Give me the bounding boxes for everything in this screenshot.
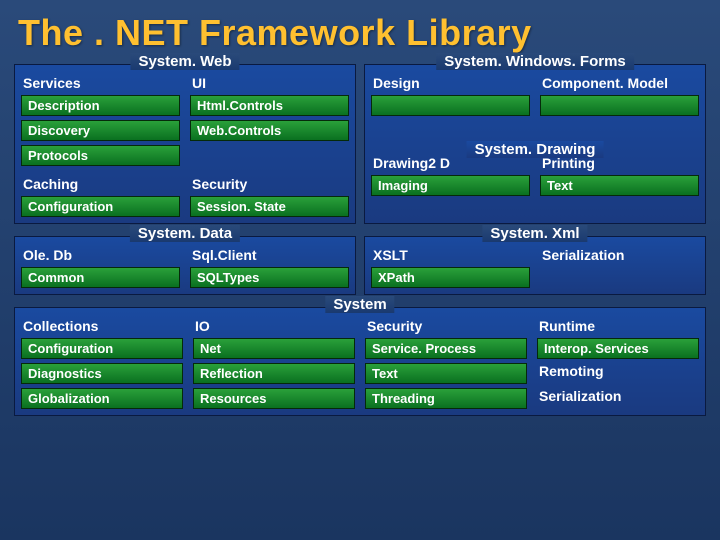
col-head-ui: UI [190,75,349,91]
panel-header-xml: System. Xml [482,225,587,242]
cell-reflection: Reflection [193,363,355,384]
panel-header-drawing: System. Drawing [467,141,604,158]
cell-common: Common [21,267,180,288]
cell-collections: Collections [21,318,183,334]
cell-webcontrols: Web.Controls [190,120,349,141]
cell-htmlcontrols: Html.Controls [190,95,349,116]
cell-io: IO [193,318,355,334]
cell-serialization2: Serialization [537,388,699,409]
cell-sessionstate: Session. State [190,196,349,217]
cell-design-box [371,95,530,116]
cell-interopservices: Interop. Services [537,338,699,359]
cell-globalization: Globalization [21,388,183,409]
cell-text2: Text [365,363,527,384]
col-head-runtime: Runtime [537,318,699,334]
cell-configuration2: Configuration [21,338,183,359]
cell-security: Security [190,176,349,192]
panel-header-system: System [325,296,394,313]
col-head-design: Design [371,75,530,91]
cell-security2: Security [365,318,527,334]
cell-serviceprocess: Service. Process [365,338,527,359]
cell-serialization-label: Serialization [540,247,699,263]
cell-diagnostics: Diagnostics [21,363,183,384]
cell-threading: Threading [365,388,527,409]
cell-protocols: Protocols [21,145,180,166]
cell-configuration: Configuration [21,196,180,217]
panel-system-data: System. Data Ole. Db Sql.Client Common S… [14,236,356,295]
panel-header-data: System. Data [130,225,240,242]
panel-header-system-web: System. Web [130,53,239,70]
cell-caching: Caching [21,176,180,192]
col-head-services: Services [21,75,180,91]
panel-header-winforms: System. Windows. Forms [436,53,634,70]
cell-net: Net [193,338,355,359]
cell-sqltypes: SQLTypes [190,267,349,288]
cell-imaging: Imaging [371,175,530,196]
page-title: The . NET Framework Library [18,12,706,54]
cell-sqlclient-label: Sql.Client [190,247,349,263]
cell-remoting: Remoting [537,363,699,384]
cell-componentmodel-box [540,95,699,116]
cell-discovery: Discovery [21,120,180,141]
cell-resources: Resources [193,388,355,409]
col-head-componentmodel: Component. Model [540,75,699,91]
cell-xpath: XPath [371,267,530,288]
panel-system-winforms: System. Windows. Forms Design Component.… [364,64,706,224]
cell-xslt-label: XSLT [371,247,530,263]
cell-description: Description [21,95,180,116]
panel-system-xml: System. Xml XSLT Serialization XPath . [364,236,706,295]
panel-system: System Collections IO Security Runtime C… [14,307,706,416]
panel-system-web: System. Web Services UI Description Html… [14,64,356,224]
cell-oledb-label: Ole. Db [21,247,180,263]
panel-system-drawing: System. Drawing Drawing2 D Printing Imag… [371,154,699,196]
cell-text: Text [540,175,699,196]
